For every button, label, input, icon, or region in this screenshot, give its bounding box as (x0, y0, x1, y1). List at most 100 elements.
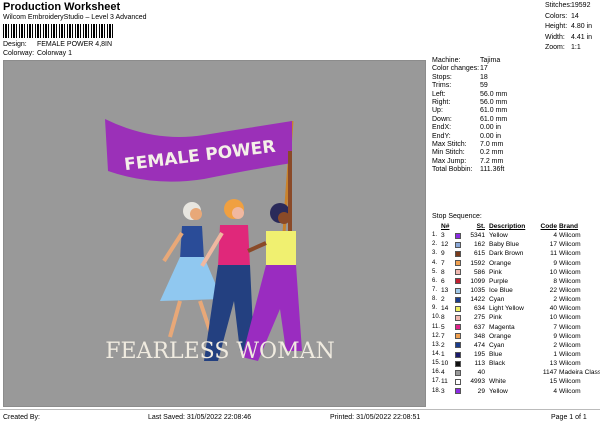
header-number: N# (441, 223, 450, 230)
stop-sequence-table: N# St. Description Code Brand 1. 3 5341 Yel… (432, 222, 600, 396)
needle-number: 7 (441, 332, 445, 340)
row-index: 1. (432, 232, 438, 239)
header-brand: Brand (559, 223, 579, 230)
stitch-count: 5341 (470, 232, 485, 240)
swatch-chip (455, 296, 461, 303)
color-description: Yellow (489, 387, 508, 395)
thread-code: 8 (553, 277, 557, 285)
stat-label: Zoom: (545, 44, 565, 51)
swatch-chip (455, 305, 461, 312)
stitch-count: 40 (477, 369, 485, 377)
thread-brand: Wilcom (559, 350, 581, 358)
stitch-count: 4993 (470, 378, 485, 386)
thread-brand: Wilcom (559, 277, 581, 285)
page-number: Page 1 of 1 (551, 414, 587, 421)
needle-number: 9 (441, 250, 445, 258)
table-row: 15. 10 113 Black 13 Wilcom (432, 359, 600, 368)
swatch-chip (455, 388, 461, 395)
color-description: Cyan (489, 341, 505, 349)
stitch-count: 1592 (470, 259, 485, 267)
color-description: Light Yellow (489, 305, 524, 313)
stat-value: 4.41 in (571, 33, 593, 41)
row-index: 13. (432, 341, 441, 348)
thread-brand: Wilcom (559, 286, 581, 294)
row-index: 15. (432, 360, 441, 367)
machine-value: 61.0 mm (480, 107, 508, 115)
thread-brand: Wilcom (559, 323, 581, 331)
needle-number: 13 (441, 286, 449, 294)
color-description: Baby Blue (489, 241, 520, 249)
table-row: 4. 7 1592 Orange 9 Wilcom (432, 259, 600, 268)
needle-number: 2 (441, 341, 445, 349)
thread-code: 1147 (542, 369, 557, 377)
machine-label: Machine: (432, 57, 461, 64)
color-swatch (455, 277, 465, 286)
header-description: Description (489, 223, 526, 230)
color-description: Dark Brown (489, 250, 524, 258)
needle-number: 8 (441, 314, 445, 322)
color-description: White (489, 378, 506, 386)
thread-brand: Wilcom (559, 241, 581, 249)
thread-brand: Wilcom (559, 305, 581, 313)
thread-brand: Wilcom (559, 378, 581, 386)
thread-brand: Wilcom (559, 259, 581, 267)
machine-value: Tajima (480, 57, 501, 64)
thread-brand: Wilcom (559, 360, 581, 368)
stitch-count: 634 (473, 305, 485, 313)
printed-date: Printed: 31/05/2022 22:08:51 (330, 414, 421, 421)
color-swatch (455, 332, 465, 341)
needle-number: 3 (441, 387, 445, 395)
color-swatch (455, 295, 465, 304)
color-swatch (455, 359, 465, 368)
machine-label: Color changes: (432, 65, 480, 73)
machine-row: Down: 61.0 mm (432, 116, 598, 124)
swatch-chip (455, 324, 461, 331)
swatch-chip (455, 260, 461, 267)
thread-code: 2 (553, 341, 557, 349)
stats-panel: Stitches: 19592 Colors: 14 Height: 4.80 in … (545, 1, 600, 54)
stitch-count: 275 (473, 314, 485, 322)
machine-value: 7.2 mm (480, 157, 504, 165)
needle-number: 3 (441, 232, 445, 240)
machine-info-panel: Machine: Tajima Color changes: 17 Stops: 18… (432, 57, 598, 174)
machine-row: Up: 61.0 mm (432, 107, 598, 115)
thread-brand: Wilcom (559, 332, 581, 340)
machine-label: Total Bobbin: (432, 166, 473, 174)
machine-value: 7.0 mm (480, 140, 504, 148)
swatch-chip (455, 278, 461, 285)
table-row: 16.4 40 1147Madeira Classic 40 (432, 368, 600, 377)
machine-label: EndX: (432, 124, 452, 132)
color-description: Yellow (489, 232, 508, 240)
machine-row: Max Stitch: 7.0 mm (432, 141, 598, 149)
color-swatch (455, 286, 465, 295)
row-index: 9. (432, 305, 438, 312)
machine-row: Stops: 18 (432, 74, 598, 82)
stitch-count: 474 (473, 341, 485, 349)
needle-number: 2 (441, 296, 445, 304)
machine-label: Up: (432, 107, 443, 115)
stat-label: Stitches: (545, 2, 572, 9)
machine-value: 17 (480, 65, 488, 73)
color-description: Cyan (489, 296, 505, 304)
design-value: FEMALE POWER 4,8IN (36, 41, 113, 48)
machine-label: Down: (432, 115, 452, 123)
table-row: 17. 11 4993 White 15 Wilcom (432, 377, 600, 386)
table-row: 11. 5 637 Magenta 7 Wilcom (432, 323, 600, 332)
row-index: 17. (432, 378, 441, 385)
thread-code: 10 (549, 268, 557, 276)
color-swatch (455, 259, 465, 268)
stitch-count: 615 (473, 250, 485, 258)
thread-code: 22 (549, 286, 557, 294)
thread-brand: Wilcom (559, 387, 581, 395)
table-row: 18. 3 29 Yellow 4 Wilcom (432, 387, 600, 396)
created-by: Created By: (3, 414, 40, 421)
color-description: Blue (489, 350, 503, 358)
table-row: 5. 8 586 Pink 10 Wilcom (432, 268, 600, 277)
color-swatch (455, 268, 465, 277)
color-swatch (455, 231, 465, 240)
color-swatch (455, 323, 465, 332)
color-swatch (455, 341, 465, 350)
needle-number: 8 (441, 268, 445, 276)
woman-figure-3 (242, 151, 302, 361)
stat-row: Stitches: 19592 (545, 1, 600, 12)
